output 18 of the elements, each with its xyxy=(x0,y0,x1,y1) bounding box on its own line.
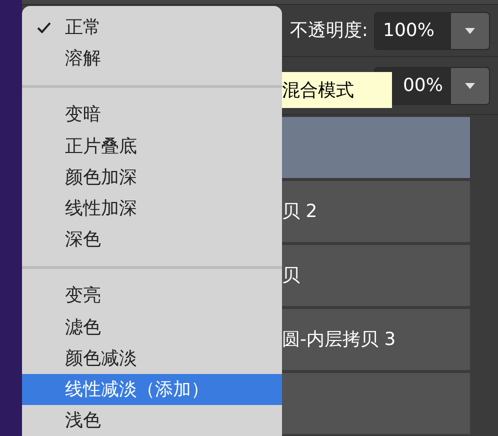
menu-item[interactable]: 浅色 xyxy=(22,405,282,436)
opacity-label: 不透明度: xyxy=(290,19,368,43)
checkmark-icon xyxy=(36,22,50,34)
caret-icon xyxy=(465,82,475,88)
opacity-field[interactable]: 100% xyxy=(374,12,490,50)
menu-item[interactable]: 深色 xyxy=(22,224,282,256)
menu-item[interactable]: 线性加深 xyxy=(22,192,282,224)
menu-item[interactable]: 溶解 xyxy=(22,43,282,74)
caret-icon xyxy=(465,28,475,34)
menu-item[interactable]: 颜色加深 xyxy=(22,162,282,193)
menu-item[interactable]: 颜色减淡 xyxy=(22,342,282,374)
menu-item[interactable]: 变亮 xyxy=(22,280,282,312)
tooltip: 混合模式 xyxy=(280,72,392,108)
menu-item[interactable]: 正常 xyxy=(22,12,282,44)
menu-item[interactable]: 变暗 xyxy=(22,99,282,131)
menu-item[interactable]: 滤色 xyxy=(22,312,282,343)
menu-item[interactable]: 正片叠底 xyxy=(22,130,282,162)
menu-item[interactable]: 线性减淡（添加） xyxy=(22,374,282,406)
